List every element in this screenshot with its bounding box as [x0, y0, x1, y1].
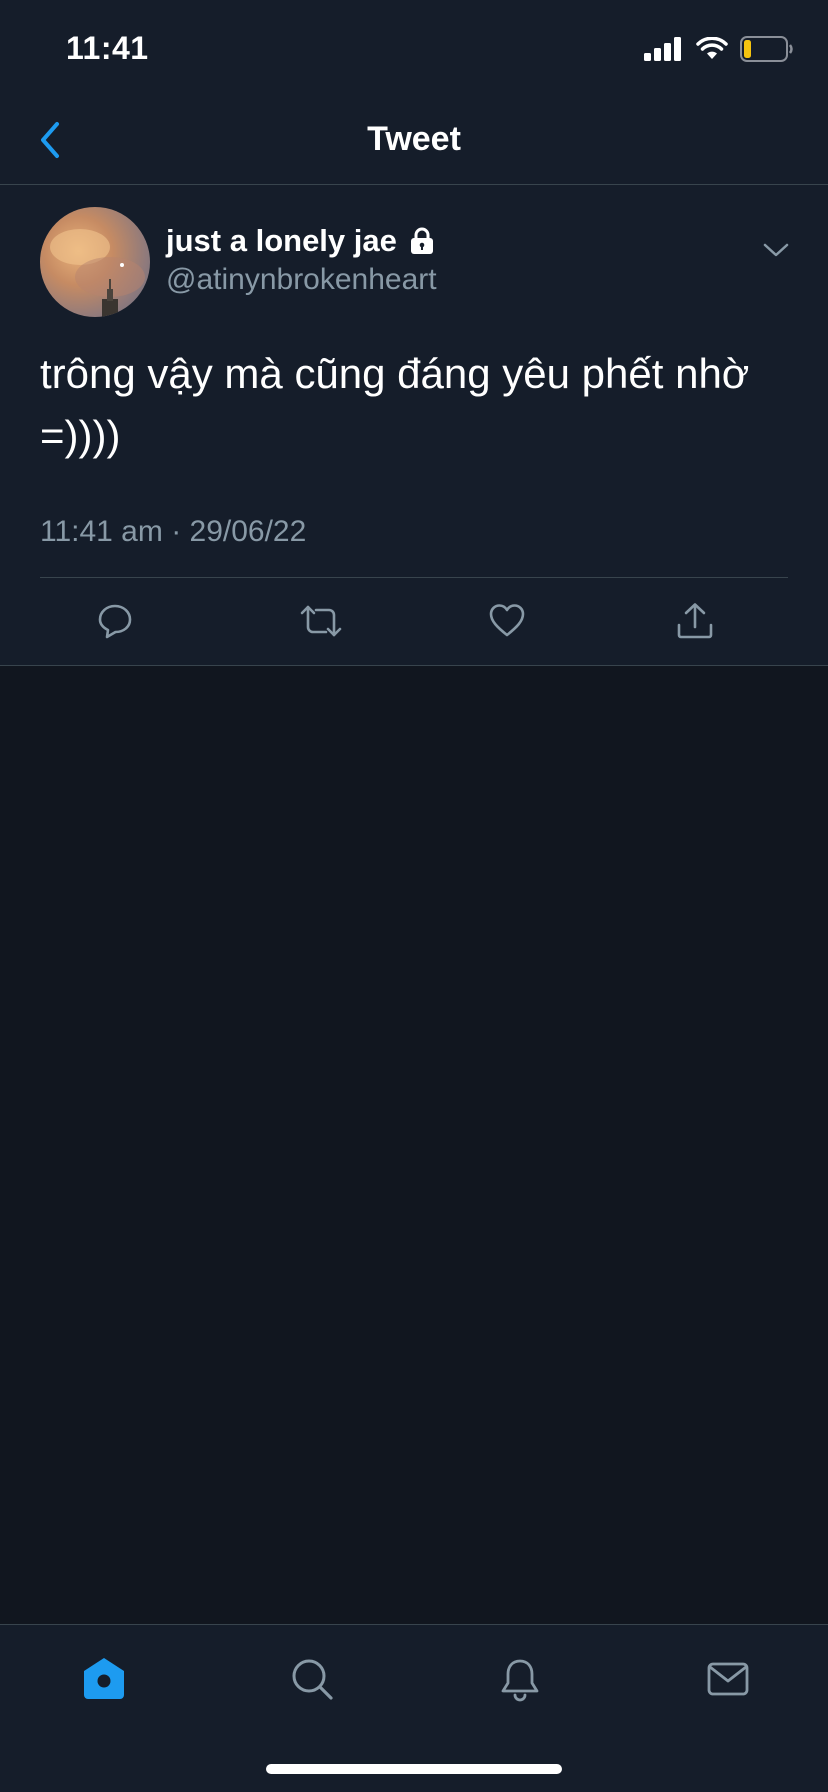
author-name: just a lonely jae — [166, 223, 397, 258]
comment-icon — [98, 604, 132, 639]
tab-home[interactable] — [74, 1649, 134, 1709]
heart-icon — [489, 604, 525, 637]
share-button[interactable] — [672, 598, 718, 644]
page-title: Tweet — [367, 120, 461, 158]
avatar-photo — [50, 229, 145, 317]
tweet-timestamp: 11:41 am · 29/06/22 — [40, 515, 307, 548]
home-indicator[interactable] — [266, 1764, 562, 1774]
mail-icon — [707, 1662, 749, 1696]
nav-header: Tweet — [0, 96, 828, 185]
tab-search[interactable] — [282, 1649, 342, 1709]
reply-button[interactable] — [92, 598, 138, 644]
retweet-button[interactable] — [298, 598, 344, 644]
tweet-card: just a lonely jae @atinynbrokenheart trô… — [0, 185, 828, 666]
author-handle[interactable]: @atinynbrokenheart — [166, 263, 437, 297]
cellular-signal-icon — [644, 37, 681, 61]
status-bar: 11:41 — [0, 0, 828, 96]
tab-messages[interactable] — [698, 1649, 758, 1709]
tab-notifications[interactable] — [490, 1649, 550, 1709]
chevron-down-icon — [763, 243, 789, 257]
tweet-text: trông vậy mà cũng đáng yêu phết nhờ =)))… — [40, 350, 750, 459]
tweet-actions — [40, 578, 788, 664]
search-icon — [292, 1659, 333, 1700]
tweet-options-button[interactable] — [756, 235, 796, 265]
avatar[interactable] — [40, 207, 150, 317]
wifi-icon — [696, 37, 728, 59]
lock-icon — [410, 227, 433, 254]
bell-icon — [501, 1659, 539, 1702]
status-icons — [644, 36, 794, 62]
battery-icon — [740, 36, 793, 62]
share-icon — [677, 603, 713, 639]
retweet-icon — [300, 605, 342, 637]
like-button[interactable] — [484, 598, 530, 644]
author-name-row[interactable]: just a lonely jae — [166, 223, 437, 259]
status-time: 11:41 — [66, 30, 149, 66]
tweet-detail-screen: 11:41 Tweet just a lonely jae @atinynbro… — [0, 0, 828, 1792]
home-icon — [84, 1658, 124, 1699]
